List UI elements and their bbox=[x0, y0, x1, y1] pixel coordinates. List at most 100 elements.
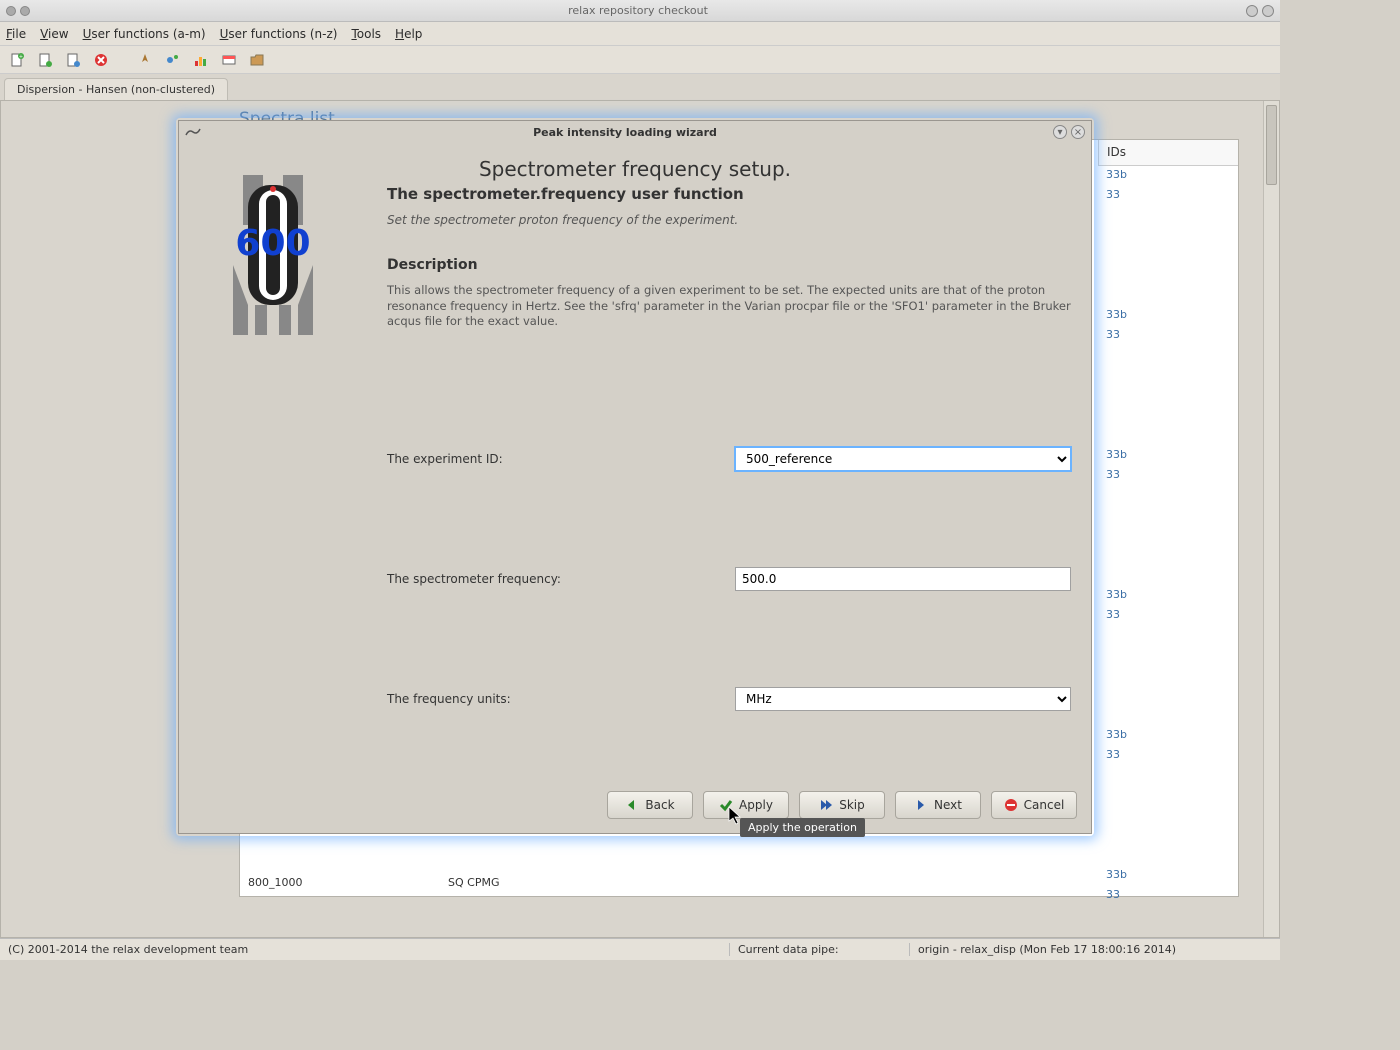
dialog-subheading: The spectrometer.frequency user function bbox=[387, 185, 1071, 203]
table-cell bbox=[1098, 406, 1238, 426]
spectrometer-icon: 600 bbox=[193, 145, 353, 345]
toolbar-close-icon[interactable] bbox=[90, 49, 112, 71]
table-cell: 33 bbox=[1098, 326, 1238, 346]
window-titlebar: relax repository checkout bbox=[0, 0, 1280, 22]
dialog-description-text: This allows the spectrometer frequency o… bbox=[387, 283, 1071, 330]
table-cell: 33b bbox=[1098, 586, 1238, 606]
menubar: File View User functions (a-m) User func… bbox=[0, 22, 1280, 46]
table-cell: SQ CPMG bbox=[440, 872, 507, 896]
dialog-minimize-icon[interactable]: ▾ bbox=[1053, 125, 1067, 139]
dialog-subdesc: Set the spectrometer proton frequency of… bbox=[387, 213, 1071, 227]
table-cell bbox=[1098, 566, 1238, 586]
table-cell: 800_1000 bbox=[240, 872, 440, 896]
table-cell bbox=[1098, 386, 1238, 406]
table-cell bbox=[1098, 826, 1238, 846]
table-column-ids: 33b3333b3333b3333b3333b3333b33 bbox=[1098, 166, 1238, 906]
table-cell bbox=[1098, 846, 1238, 866]
dialog-description-heading: Description bbox=[387, 257, 1071, 273]
skip-icon bbox=[819, 798, 833, 812]
arrow-left-icon bbox=[625, 798, 639, 812]
table-cell: 33 bbox=[1098, 466, 1238, 486]
window-minimize-icon[interactable] bbox=[20, 6, 30, 16]
apply-button[interactable]: Apply bbox=[703, 791, 789, 819]
table-cell: 33b bbox=[1098, 446, 1238, 466]
table-cell bbox=[1098, 346, 1238, 366]
arrow-right-icon bbox=[914, 798, 928, 812]
table-cell: 33 bbox=[1098, 746, 1238, 766]
table-cell bbox=[1098, 246, 1238, 266]
table-row: 800_1000 SQ CPMG bbox=[240, 872, 1238, 896]
status-pipe-value: origin - relax_disp (Mon Feb 17 18:00:16… bbox=[910, 943, 1280, 956]
toolbar-bars-icon[interactable] bbox=[190, 49, 212, 71]
table-cell bbox=[1098, 626, 1238, 646]
window-maximize-icon[interactable] bbox=[1246, 5, 1258, 17]
wizard-dialog: Peak intensity loading wizard ▾ × 600 Sp… bbox=[178, 120, 1092, 834]
table-cell bbox=[1098, 786, 1238, 806]
status-pipe-label: Current data pipe: bbox=[730, 943, 910, 956]
table-cell bbox=[1098, 666, 1238, 686]
tabstrip: Dispersion - Hansen (non-clustered) bbox=[0, 74, 1280, 100]
statusbar: (C) 2001-2014 the relax development team… bbox=[0, 938, 1280, 960]
table-cell bbox=[1098, 426, 1238, 446]
dialog-title: Peak intensity loading wizard bbox=[201, 126, 1049, 139]
menu-view[interactable]: View bbox=[40, 27, 68, 41]
cancel-icon bbox=[1004, 798, 1018, 812]
svg-text:+: + bbox=[19, 54, 23, 60]
table-cell bbox=[1098, 226, 1238, 246]
status-copyright: (C) 2001-2014 the relax development team bbox=[0, 943, 730, 956]
window-menu-icon[interactable] bbox=[6, 6, 16, 16]
table-cell bbox=[1098, 266, 1238, 286]
toolbar-open-icon[interactable] bbox=[62, 49, 84, 71]
toolbar-card-icon[interactable] bbox=[218, 49, 240, 71]
table-cell bbox=[1098, 206, 1238, 226]
table-cell bbox=[1098, 686, 1238, 706]
table-header-ids: IDs bbox=[1098, 140, 1238, 166]
table-cell: 33 bbox=[1098, 606, 1238, 626]
table-cell bbox=[1098, 706, 1238, 726]
frequency-units-select[interactable]: MHz bbox=[735, 687, 1071, 711]
table-cell: 33b bbox=[1098, 726, 1238, 746]
toolbar: + bbox=[0, 46, 1280, 74]
back-button[interactable]: Back bbox=[607, 791, 693, 819]
menu-user-functions-am[interactable]: User functions (a-m) bbox=[83, 27, 206, 41]
toolbar-new-icon[interactable]: + bbox=[6, 49, 28, 71]
toolbar-molecule-icon[interactable] bbox=[162, 49, 184, 71]
toolbar-folder-icon[interactable] bbox=[246, 49, 268, 71]
table-cell bbox=[1098, 286, 1238, 306]
table-cell bbox=[1098, 806, 1238, 826]
tooltip: Apply the operation bbox=[740, 818, 865, 837]
next-button[interactable]: Next bbox=[895, 791, 981, 819]
spectrometer-frequency-input[interactable] bbox=[735, 567, 1071, 591]
menu-tools[interactable]: Tools bbox=[351, 27, 381, 41]
table-cell bbox=[1098, 506, 1238, 526]
vertical-scrollbar[interactable] bbox=[1263, 101, 1279, 937]
table-cell bbox=[1098, 546, 1238, 566]
menu-help[interactable]: Help bbox=[395, 27, 422, 41]
frequency-units-label: The frequency units: bbox=[387, 692, 735, 706]
skip-button[interactable]: Skip bbox=[799, 791, 885, 819]
table-cell: 33 bbox=[1098, 186, 1238, 206]
dialog-titlebar: Peak intensity loading wizard ▾ × bbox=[179, 121, 1091, 143]
table-cell bbox=[1098, 766, 1238, 786]
tab-dispersion[interactable]: Dispersion - Hansen (non-clustered) bbox=[4, 78, 228, 100]
table-cell bbox=[1098, 366, 1238, 386]
toolbar-rocket-icon[interactable] bbox=[134, 49, 156, 71]
toolbar-save-icon[interactable] bbox=[34, 49, 56, 71]
window-close-icon[interactable] bbox=[1262, 5, 1274, 17]
table-cell: 33b bbox=[1098, 306, 1238, 326]
dialog-app-icon bbox=[185, 127, 201, 137]
svg-text:600: 600 bbox=[235, 223, 310, 264]
check-icon bbox=[719, 798, 733, 812]
window-title: relax repository checkout bbox=[34, 4, 1242, 17]
menu-file[interactable]: File bbox=[6, 27, 26, 41]
table-cell bbox=[1098, 646, 1238, 666]
experiment-id-select[interactable]: 500_reference bbox=[735, 447, 1071, 471]
dialog-close-icon[interactable]: × bbox=[1071, 125, 1085, 139]
table-cell bbox=[1098, 526, 1238, 546]
experiment-id-label: The experiment ID: bbox=[387, 452, 735, 466]
cancel-button[interactable]: Cancel bbox=[991, 791, 1077, 819]
spectrometer-frequency-label: The spectrometer frequency: bbox=[387, 572, 735, 586]
table-cell bbox=[1098, 486, 1238, 506]
table-cell: 33b bbox=[1098, 166, 1238, 186]
menu-user-functions-nz[interactable]: User functions (n-z) bbox=[220, 27, 338, 41]
